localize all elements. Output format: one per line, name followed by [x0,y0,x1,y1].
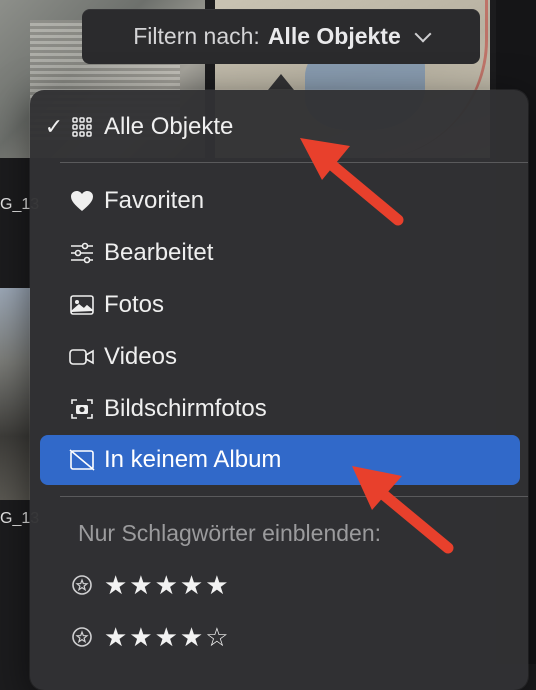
menu-item-alle-objekte[interactable]: ✓ Alle Objekte [40,102,520,152]
checkmark-icon: ✓ [44,114,64,139]
menu-item-label: Bearbeitet [104,239,214,266]
menu-item-videos[interactable]: Videos [40,332,520,382]
rating-stars: ★★★★☆ [104,621,231,652]
menu-separator [60,496,528,497]
screenshot-icon [68,395,96,423]
menu-item-rating-5[interactable]: ★★★★★ [40,560,520,610]
video-camera-icon [68,343,96,371]
sliders-icon [68,239,96,267]
photo-icon [68,291,96,319]
menu-item-label: In keinem Album [104,446,282,473]
chevron-down-icon [414,25,432,42]
menu-item-label: Alle Objekte [104,113,234,140]
filter-current-value: Alle Objekte [267,23,401,49]
menu-separator [60,162,528,163]
menu-item-label: Bildschirmfotos [104,395,267,422]
filter-prefix-label: Filtern nach: [133,23,260,49]
rating-stars: ★★★★★ [104,569,231,600]
photo-thumbnail[interactable] [0,288,30,500]
no-album-icon [68,446,96,474]
menu-item-label: Favoriten [104,187,205,214]
menu-item-bildschirmfotos[interactable]: Bildschirmfotos [40,384,520,434]
heart-icon [68,187,96,215]
grid-icon [68,113,96,141]
rating-icon [68,571,96,599]
menu-item-label: Fotos [104,291,165,318]
menu-item-in-keinem-album[interactable]: In keinem Album [40,435,520,485]
menu-item-bearbeitet[interactable]: Bearbeitet [40,228,520,278]
menu-item-rating-4[interactable]: ★★★★☆ [40,612,520,662]
menu-item-label: Videos [104,343,177,370]
menu-item-fotos[interactable]: Fotos [40,280,520,330]
rating-icon [68,623,96,651]
filter-dropdown-button[interactable]: Filtern nach: Alle Objekte [82,9,480,64]
filter-menu: ✓ Alle Objekte Favoriten Bearbeitet Foto… [30,90,528,690]
popover-arrow [268,74,294,90]
keywords-section-header: Nur Schlagwörter einblenden: [78,520,382,546]
menu-item-favoriten[interactable]: Favoriten [40,176,520,226]
